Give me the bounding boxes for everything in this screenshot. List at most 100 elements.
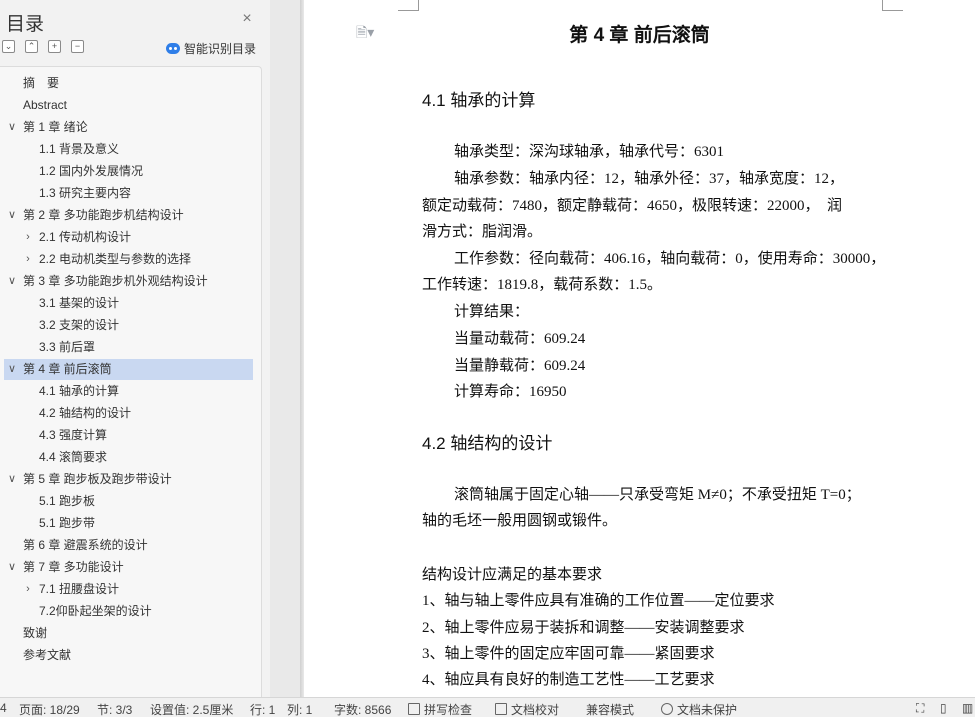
toc-item[interactable]: › 2.1 传动机构设计 (4, 227, 253, 248)
nav-title: 目录 (6, 14, 45, 35)
chevron-right-icon[interactable]: › (22, 227, 34, 248)
paragraph-line: 工作参数：径向载荷：406.16，轴向载荷：0，使用寿命：30000， (454, 251, 886, 267)
toc-item[interactable]: › 2.2 电动机类型与参数的选择 (4, 249, 253, 270)
toc-item[interactable]: 7.2仰卧起坐架的设计 (4, 601, 253, 622)
expand-up-icon[interactable]: ⌃ (25, 40, 38, 53)
paragraph-line: 计算结果： (454, 304, 530, 320)
spell-check-icon (408, 703, 420, 715)
chapter-title: 第 4 章 前后滚筒 (569, 25, 710, 46)
spell-check-label: 拼写检查 (424, 703, 473, 717)
doc-protect-button[interactable]: 文档未保护 (661, 701, 737, 717)
status-bar: 4 页面: 18/29 节: 3/3 设置值: 2.5厘米 行: 1 列: 1 … (0, 697, 975, 717)
paragraph-line: 当量动载荷：609.24 (454, 331, 586, 347)
toc-item[interactable]: 3.3 前后罩 (4, 337, 253, 358)
list-item: 3、轴上零件的固定应牢固可靠——紧固要求 (422, 646, 715, 662)
toc-item-label: 4.3 强度计算 (39, 428, 108, 442)
toc-item-label: 4.2 轴结构的设计 (39, 406, 132, 420)
toc-item-label: 7.1 扭腰盘设计 (39, 582, 120, 596)
page-corner-left (398, 0, 419, 11)
robot-icon (166, 42, 180, 54)
toc-item[interactable]: 4.3 强度计算 (4, 425, 253, 446)
proof-icon (495, 703, 507, 715)
status-section: 节: 3/3 (97, 703, 133, 717)
chevron-right-icon[interactable]: › (22, 249, 34, 270)
doc-proof-label: 文档校对 (511, 703, 560, 717)
status-page-number: 4 (0, 701, 7, 715)
toc-item[interactable]: 4.1 轴承的计算 (4, 381, 253, 402)
remove-heading-icon[interactable]: − (71, 40, 84, 53)
paragraph-line: 工作转速：1819.8，载荷系数：1.5。 (422, 277, 663, 293)
paragraph-line: 计算寿命：16950 (454, 384, 567, 400)
toc-item[interactable]: ∨ 第 2 章 多功能跑步机结构设计 (4, 205, 253, 226)
document-page[interactable]: 🗎▾ 第 4 章 前后滚筒 4.1 轴承的计算 轴承类型：深沟球轴承，轴承代号：… (304, 0, 975, 697)
collapse-all-icon[interactable]: ⌄ (2, 40, 15, 53)
toc-item[interactable]: 5.1 跑步板 (4, 491, 253, 512)
status-col: 列: 1 (287, 703, 313, 717)
chevron-down-icon[interactable]: ∨ (6, 117, 18, 138)
spell-check-button[interactable]: 拼写检查 (408, 701, 472, 717)
list-item: 2、轴上零件应易于装拆和调整——安装调整要求 (422, 620, 745, 636)
paragraph-line: 轴承类型：深沟球轴承，轴承代号：6301 (454, 144, 725, 160)
toc-item[interactable]: ∨ 第 5 章 跑步板及跑步带设计 (4, 469, 253, 490)
status-row: 行: 1 (250, 703, 276, 717)
toc-item[interactable]: 致谢 (4, 623, 253, 644)
toc-item-label: 5.1 跑步板 (39, 494, 96, 508)
chevron-down-icon[interactable]: ∨ (6, 271, 18, 292)
chevron-right-icon[interactable]: › (22, 579, 34, 600)
toc-item-label: 第 1 章 绪论 (23, 120, 88, 134)
paragraph-line: 结构设计应满足的基本要求 (422, 567, 603, 583)
toc-item[interactable]: ∨ 第 4 章 前后滚筒 (4, 359, 253, 380)
doc-proof-button[interactable]: 文档校对 (495, 701, 559, 717)
status-setting[interactable]: 设置值: 2.5厘米 (150, 701, 233, 717)
list-item: 4、轴应具有良好的制造工艺性——工艺要求 (422, 672, 715, 688)
toc-item[interactable]: 4.4 滚筒要求 (4, 447, 253, 468)
smart-toc-button[interactable]: 智能识别目录 (166, 40, 256, 56)
list-item: 1、轴与轴上零件应具有准确的工作位置——定位要求 (422, 593, 775, 609)
toc-item[interactable]: ∨ 第 7 章 多功能设计 (4, 557, 253, 578)
toc-item[interactable]: 3.1 基架的设计 (4, 293, 253, 314)
fullscreen-icon[interactable]: ⛶ (916, 701, 924, 716)
toc-item[interactable]: 1.2 国内外发展情况 (4, 161, 253, 182)
toc-item[interactable]: ∨ 第 3 章 多功能跑步机外观结构设计 (4, 271, 253, 292)
section-title-4-2: 4.2 轴结构的设计 (422, 434, 553, 453)
toc-item-label: 5.1 跑步带 (39, 516, 96, 530)
paragraph-line: 额定动载荷：7480，额定静载荷：4650，极限转速：22000， 润 (422, 198, 843, 214)
chevron-down-icon[interactable]: ∨ (6, 359, 18, 380)
book-view-icon[interactable]: ▥ (962, 701, 973, 715)
toc-item[interactable]: 3.2 支架的设计 (4, 315, 253, 336)
add-heading-icon[interactable]: + (48, 40, 61, 53)
toc-item-label: 3.1 基架的设计 (39, 296, 120, 310)
toc-item-label: 第 3 章 多功能跑步机外观结构设计 (23, 274, 208, 288)
toc-item-label: 3.2 支架的设计 (39, 318, 120, 332)
toc-item[interactable]: 4.2 轴结构的设计 (4, 403, 253, 424)
read-mode-icon[interactable]: ▯ (940, 701, 947, 715)
doc-protect-label: 文档未保护 (677, 703, 738, 717)
toc-item-label: 1.1 背景及意义 (39, 142, 120, 156)
toc-item-label: 2.1 传动机构设计 (39, 230, 132, 244)
chevron-down-icon[interactable]: ∨ (6, 469, 18, 490)
toc-item[interactable]: 第 6 章 避震系统的设计 (4, 535, 253, 556)
toc-item-label: 4.1 轴承的计算 (39, 384, 120, 398)
toc-item[interactable]: 5.1 跑步带 (4, 513, 253, 534)
toc-item-label: 1.2 国内外发展情况 (39, 164, 144, 178)
status-word-count[interactable]: 字数: 8566 (334, 701, 391, 717)
toc-item-label: 第 2 章 多功能跑步机结构设计 (23, 208, 184, 222)
page-corner-right (882, 0, 903, 11)
toc-item-label: 致谢 (23, 626, 48, 640)
paragraph-line: 当量静载荷：609.24 (454, 358, 586, 374)
compat-mode[interactable]: 兼容模式 (586, 701, 634, 717)
toc-item[interactable]: ∨ 第 1 章 绪论 (4, 117, 253, 138)
smart-toc-label: 智能识别目录 (184, 41, 257, 56)
toc-item[interactable]: 摘 要 (4, 73, 253, 94)
toc-item[interactable]: › 7.1 扭腰盘设计 (4, 579, 253, 600)
toc-item-label: 第 6 章 避震系统的设计 (23, 538, 148, 552)
chevron-down-icon[interactable]: ∨ (6, 205, 18, 226)
toc-item[interactable]: Abstract (4, 95, 253, 116)
paragraph-line: 轴的毛坯一般用圆钢或锻件。 (422, 513, 618, 529)
chevron-down-icon[interactable]: ∨ (6, 557, 18, 578)
status-page[interactable]: 页面: 18/29 (19, 701, 80, 717)
toc-item[interactable]: 1.1 背景及意义 (4, 139, 253, 160)
close-icon[interactable]: × (240, 11, 254, 27)
toc-item[interactable]: 参考文献 (4, 645, 253, 666)
toc-item[interactable]: 1.3 研究主要内容 (4, 183, 253, 204)
